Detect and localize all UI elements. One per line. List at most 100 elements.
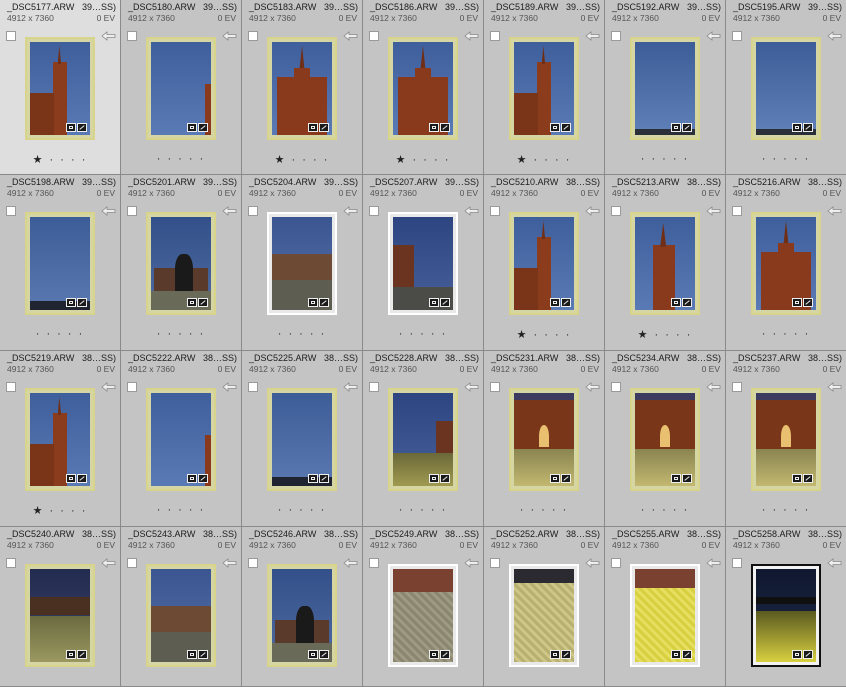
star-rating[interactable]: · · · · · xyxy=(726,153,846,165)
collection-badge-icon[interactable] xyxy=(429,650,439,659)
develop-adjust-icon[interactable] xyxy=(561,298,571,307)
flag-checkbox[interactable] xyxy=(732,558,742,568)
photo-cell[interactable]: _DSC5246.ARW 38…SS) 4912 x 7360 0 EV xyxy=(242,527,363,687)
thumbnail[interactable] xyxy=(388,388,458,491)
collection-badge-icon[interactable] xyxy=(429,298,439,307)
thumbnail[interactable] xyxy=(509,564,579,667)
flag-checkbox[interactable] xyxy=(248,206,258,216)
collection-badge-icon[interactable] xyxy=(66,123,76,132)
thumbnail[interactable] xyxy=(751,212,821,315)
star-rating[interactable]: ★ · · · · xyxy=(0,504,120,517)
photo-cell[interactable]: _DSC5228.ARW 38…SS) 4912 x 7360 0 EV · ·… xyxy=(363,351,484,527)
flag-checkbox[interactable] xyxy=(490,382,500,392)
rotate-icon[interactable] xyxy=(827,206,842,216)
develop-adjust-icon[interactable] xyxy=(682,123,692,132)
star-rating[interactable]: · · · · · xyxy=(484,504,604,516)
develop-adjust-icon[interactable] xyxy=(682,474,692,483)
photo-cell[interactable]: _DSC5243.ARW 38…SS) 4912 x 7360 0 EV xyxy=(121,527,242,687)
rotate-icon[interactable] xyxy=(222,382,237,392)
flag-checkbox[interactable] xyxy=(6,31,16,41)
develop-adjust-icon[interactable] xyxy=(319,298,329,307)
develop-adjust-icon[interactable] xyxy=(561,650,571,659)
photo-cell[interactable]: _DSC5252.ARW 38…SS) 4912 x 7360 0 EV xyxy=(484,527,605,687)
develop-adjust-icon[interactable] xyxy=(803,474,813,483)
develop-adjust-icon[interactable] xyxy=(440,298,450,307)
flag-checkbox[interactable] xyxy=(127,31,137,41)
rotate-icon[interactable] xyxy=(464,558,479,568)
photo-cell[interactable]: _DSC5198.ARW 39…SS) 4912 x 7360 0 EV · ·… xyxy=(0,175,121,351)
collection-badge-icon[interactable] xyxy=(792,474,802,483)
develop-adjust-icon[interactable] xyxy=(803,123,813,132)
collection-badge-icon[interactable] xyxy=(792,650,802,659)
star-rating[interactable]: · · · · · xyxy=(121,153,241,165)
collection-badge-icon[interactable] xyxy=(66,298,76,307)
rotate-icon[interactable] xyxy=(827,382,842,392)
flag-checkbox[interactable] xyxy=(611,31,621,41)
flag-checkbox[interactable] xyxy=(490,31,500,41)
rotate-icon[interactable] xyxy=(706,206,721,216)
flag-checkbox[interactable] xyxy=(6,558,16,568)
flag-checkbox[interactable] xyxy=(611,382,621,392)
photo-cell[interactable]: _DSC5225.ARW 38…SS) 4912 x 7360 0 EV · ·… xyxy=(242,351,363,527)
rotate-icon[interactable] xyxy=(343,558,358,568)
collection-badge-icon[interactable] xyxy=(187,298,197,307)
thumbnail[interactable] xyxy=(630,564,700,667)
photo-cell[interactable]: _DSC5237.ARW 38…SS) 4912 x 7360 0 EV · ·… xyxy=(726,351,846,527)
flag-checkbox[interactable] xyxy=(611,206,621,216)
thumbnail[interactable] xyxy=(388,212,458,315)
collection-badge-icon[interactable] xyxy=(550,474,560,483)
photo-cell[interactable]: _DSC5219.ARW 38…SS) 4912 x 7360 0 EV ★ ·… xyxy=(0,351,121,527)
thumbnail[interactable] xyxy=(751,388,821,491)
flag-checkbox[interactable] xyxy=(127,558,137,568)
star-rating[interactable]: · · · · · xyxy=(121,328,241,340)
develop-adjust-icon[interactable] xyxy=(198,650,208,659)
develop-adjust-icon[interactable] xyxy=(440,474,450,483)
flag-checkbox[interactable] xyxy=(369,558,379,568)
thumbnail[interactable] xyxy=(267,388,337,491)
develop-adjust-icon[interactable] xyxy=(682,298,692,307)
collection-badge-icon[interactable] xyxy=(429,474,439,483)
collection-badge-icon[interactable] xyxy=(187,650,197,659)
thumbnail[interactable] xyxy=(751,564,821,667)
flag-checkbox[interactable] xyxy=(248,558,258,568)
flag-checkbox[interactable] xyxy=(127,382,137,392)
develop-adjust-icon[interactable] xyxy=(561,123,571,132)
flag-checkbox[interactable] xyxy=(732,206,742,216)
flag-checkbox[interactable] xyxy=(369,206,379,216)
star-rating[interactable]: · · · · · xyxy=(242,504,362,516)
star-rating[interactable]: ★ · · · · xyxy=(363,153,483,166)
rotate-icon[interactable] xyxy=(464,206,479,216)
develop-adjust-icon[interactable] xyxy=(319,650,329,659)
star-rating[interactable]: · · · · · xyxy=(242,328,362,340)
develop-adjust-icon[interactable] xyxy=(440,650,450,659)
flag-checkbox[interactable] xyxy=(490,558,500,568)
rotate-icon[interactable] xyxy=(101,382,116,392)
thumbnail[interactable] xyxy=(267,37,337,140)
flag-checkbox[interactable] xyxy=(6,206,16,216)
photo-cell[interactable]: _DSC5231.ARW 38…SS) 4912 x 7360 0 EV · ·… xyxy=(484,351,605,527)
flag-checkbox[interactable] xyxy=(611,558,621,568)
rotate-icon[interactable] xyxy=(343,31,358,41)
thumbnail[interactable] xyxy=(146,388,216,491)
collection-badge-icon[interactable] xyxy=(792,123,802,132)
photo-cell[interactable]: _DSC5222.ARW 38…SS) 4912 x 7360 0 EV · ·… xyxy=(121,351,242,527)
thumbnail[interactable] xyxy=(25,37,95,140)
rotate-icon[interactable] xyxy=(585,558,600,568)
thumbnail[interactable] xyxy=(25,564,95,667)
photo-cell[interactable]: _DSC5240.ARW 38…SS) 4912 x 7360 0 EV xyxy=(0,527,121,687)
flag-checkbox[interactable] xyxy=(127,206,137,216)
star-rating[interactable]: ★ · · · · xyxy=(242,153,362,166)
star-rating[interactable]: · · · · · xyxy=(726,328,846,340)
photo-cell[interactable]: _DSC5234.ARW 38…SS) 4912 x 7360 0 EV · ·… xyxy=(605,351,726,527)
thumbnail[interactable] xyxy=(146,212,216,315)
develop-adjust-icon[interactable] xyxy=(803,650,813,659)
rotate-icon[interactable] xyxy=(585,382,600,392)
thumbnail[interactable] xyxy=(509,388,579,491)
photo-cell[interactable]: _DSC5204.ARW 39…SS) 4912 x 7360 0 EV · ·… xyxy=(242,175,363,351)
collection-badge-icon[interactable] xyxy=(308,650,318,659)
develop-adjust-icon[interactable] xyxy=(198,298,208,307)
rotate-icon[interactable] xyxy=(706,558,721,568)
thumbnail[interactable] xyxy=(146,37,216,140)
rotate-icon[interactable] xyxy=(585,31,600,41)
thumbnail[interactable] xyxy=(630,212,700,315)
